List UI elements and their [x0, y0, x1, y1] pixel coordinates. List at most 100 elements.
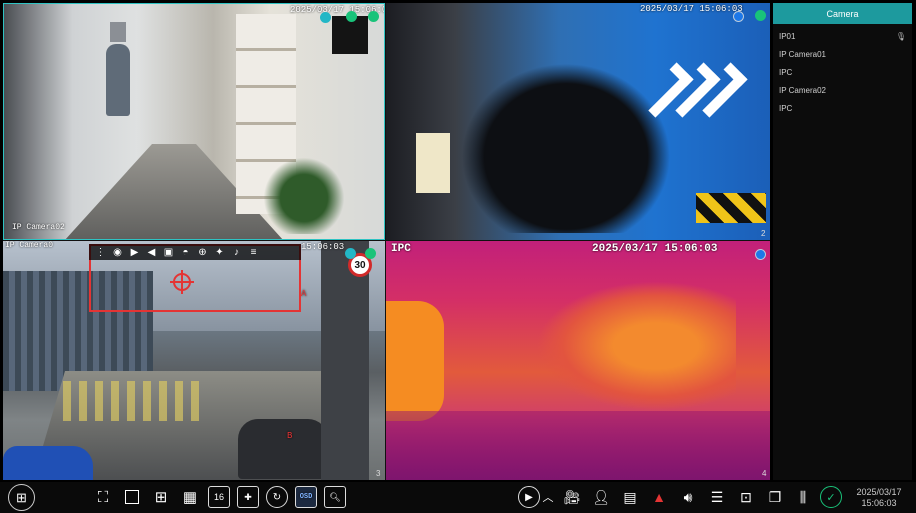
scene-heat-area	[386, 301, 444, 421]
layout-16-icon: 16	[213, 492, 224, 502]
layout-1-button[interactable]	[121, 486, 143, 508]
motion-status-icon	[755, 249, 766, 260]
layout-9-icon: ▦	[182, 489, 198, 506]
status-dot-icon	[320, 12, 331, 23]
scene-plant	[264, 144, 344, 234]
camera-item-label: IP01	[779, 31, 796, 41]
image-search-button[interactable]: 🔍︎	[324, 486, 346, 508]
full-screen-button[interactable]: ⛶	[92, 486, 114, 508]
image-search-icon: 🔍︎	[329, 491, 341, 502]
channel-timestamp: 2025/03/17 15:06:03	[640, 4, 743, 14]
camera-item-label: IPC	[779, 103, 793, 113]
scene-car	[461, 63, 671, 233]
camera-item-label: IP Camera01	[779, 49, 826, 59]
scene-person-head	[110, 22, 126, 42]
layout-4-button[interactable]: ⊞	[150, 486, 172, 508]
network-button[interactable]: ⊡	[735, 486, 757, 508]
camera-list-item[interactable]: IPC	[773, 63, 912, 81]
camera-item-label: IPC	[779, 67, 793, 77]
zoom-icon[interactable]: ⊕	[195, 245, 210, 259]
status-ok-button[interactable]: ✓	[820, 486, 842, 508]
channel-number: 4	[762, 469, 767, 478]
channel-name: IP Camera02	[12, 223, 65, 232]
layout-16-button[interactable]: 16	[208, 486, 230, 508]
alarm-status-icon	[368, 11, 379, 22]
channel-tile-1[interactable]: 2025/03/17 15:06:03 IP Camera02	[3, 3, 385, 240]
stream-icon[interactable]: ≡	[246, 245, 261, 259]
event-list-button[interactable]: ▤	[619, 486, 641, 508]
status-dot-icon	[345, 248, 356, 259]
check-icon: ✓	[826, 491, 836, 504]
crosshair-icon[interactable]	[170, 270, 194, 294]
expand-up-button[interactable]: ︿	[541, 486, 555, 508]
channel-timestamp: 2025/03/17 15:06:03	[592, 243, 718, 255]
settings-button[interactable]: ⫼	[792, 486, 814, 508]
channel-name: IPC	[391, 243, 411, 255]
alarm-button[interactable]: ▲	[648, 486, 670, 508]
start-menu-button[interactable]: ⊞	[8, 484, 35, 511]
motion-status-icon	[733, 11, 744, 22]
scene-hazard-stripes	[696, 193, 766, 223]
grid-menu-icon: ⊞	[16, 489, 27, 505]
camera-panel-title[interactable]: Camera	[773, 3, 912, 24]
network-icon: ⊡	[740, 488, 752, 505]
windows-icon: ❐	[768, 488, 782, 505]
layout-4-icon: ⊞	[154, 489, 168, 506]
scene-gate	[416, 133, 450, 193]
fullscreen-icon: ⛶	[97, 488, 109, 506]
play-icon[interactable]: ▶	[127, 245, 142, 259]
clock-date: 2025/03/17	[856, 487, 902, 497]
camera-list-item[interactable]: IP Camera02	[773, 81, 912, 99]
channel-name: IP Camera0	[5, 241, 54, 250]
lane-label-a: A	[301, 289, 307, 299]
camera-list-item[interactable]: IP Camera01	[773, 45, 912, 63]
custom-layout-button[interactable]: ✚	[237, 486, 259, 508]
camera-panel: Camera IP01 🎙︎ IP Camera01 IPC IP Camera…	[773, 3, 912, 480]
scene-heat-area	[536, 281, 736, 411]
lane-label-b: B	[287, 431, 293, 441]
scene-crosswalk	[63, 381, 203, 421]
channel-tile-3[interactable]: 30 A B ⋮ ◉ ▶ ◀ ▣ ◓ ⊕ ✦ ♪ ≡ IP Camera0 15…	[3, 241, 385, 480]
channel-tile-2[interactable]: 2025/03/17 15:06:03 2	[386, 3, 770, 240]
record-status-icon	[755, 10, 766, 21]
fisheye-icon[interactable]: ◓	[178, 245, 193, 259]
storage-button[interactable]: ☰	[706, 486, 728, 508]
record-icon[interactable]: ◉	[110, 245, 125, 259]
audio-button[interactable]: 🔊︎	[677, 486, 699, 508]
playback-button[interactable]: ▶	[518, 486, 540, 508]
camera-list: IP01 🎙︎ IP Camera01 IPC IP Camera02 IPC	[773, 24, 912, 117]
sequence-button[interactable]: ↻	[266, 486, 288, 508]
channel-toolbar: ⋮ ◉ ▶ ◀ ▣ ◓ ⊕ ✦ ♪ ≡	[89, 244, 301, 260]
channel-tile-4[interactable]: IPC 2025/03/17 15:06:03 4	[386, 241, 770, 480]
channel-timestamp: 15:06:03	[301, 242, 345, 252]
play-icon: ▶	[525, 491, 533, 503]
face-search-button[interactable]: 👤︎	[590, 486, 612, 508]
custom-layout-icon: ✚	[244, 491, 252, 502]
camera-record-icon: 🎥︎	[563, 488, 581, 505]
sequence-icon: ↻	[272, 491, 282, 503]
layout-1-icon	[125, 490, 139, 504]
video-grid: 2025/03/17 15:06:03 IP Camera02 2025/03/…	[3, 3, 770, 480]
ptz-icon[interactable]: ✦	[212, 245, 227, 259]
mute-icon[interactable]: ◀	[144, 245, 159, 259]
camera-list-item[interactable]: IP01 🎙︎	[773, 27, 912, 45]
snapshot-icon[interactable]: ▣	[161, 245, 176, 259]
system-clock: 2025/03/17 15:06:03	[848, 487, 910, 509]
camera-item-label: IP Camera02	[779, 85, 826, 95]
manual-record-button[interactable]: 🎥︎	[561, 486, 583, 508]
scene-car	[3, 446, 93, 480]
bottom-toolbar: ⊞ ⛶ ⊞ ▦ 16 ✚ ↻ OSD 🔍︎ ▶ ︿ 🎥︎ 👤︎ ▤ ▲ 🔊︎ ☰…	[0, 482, 916, 513]
sliders-icon: ⫼	[799, 488, 807, 505]
chevron-up-icon: ︿	[542, 492, 554, 504]
osd-button[interactable]: OSD	[295, 486, 317, 508]
microphone-icon: 🎙︎	[895, 31, 906, 41]
event-list-icon: ▤	[623, 488, 637, 505]
layout-9-button[interactable]: ▦	[179, 486, 201, 508]
camera-list-item[interactable]: IPC	[773, 99, 912, 117]
scene-person	[106, 44, 130, 116]
system-info-button[interactable]: ❐	[764, 486, 786, 508]
talk-icon[interactable]: ♪	[229, 245, 244, 259]
record-status-icon	[346, 11, 357, 22]
drag-handle-icon[interactable]: ⋮	[93, 245, 108, 259]
scene-heat-floor	[386, 411, 770, 480]
